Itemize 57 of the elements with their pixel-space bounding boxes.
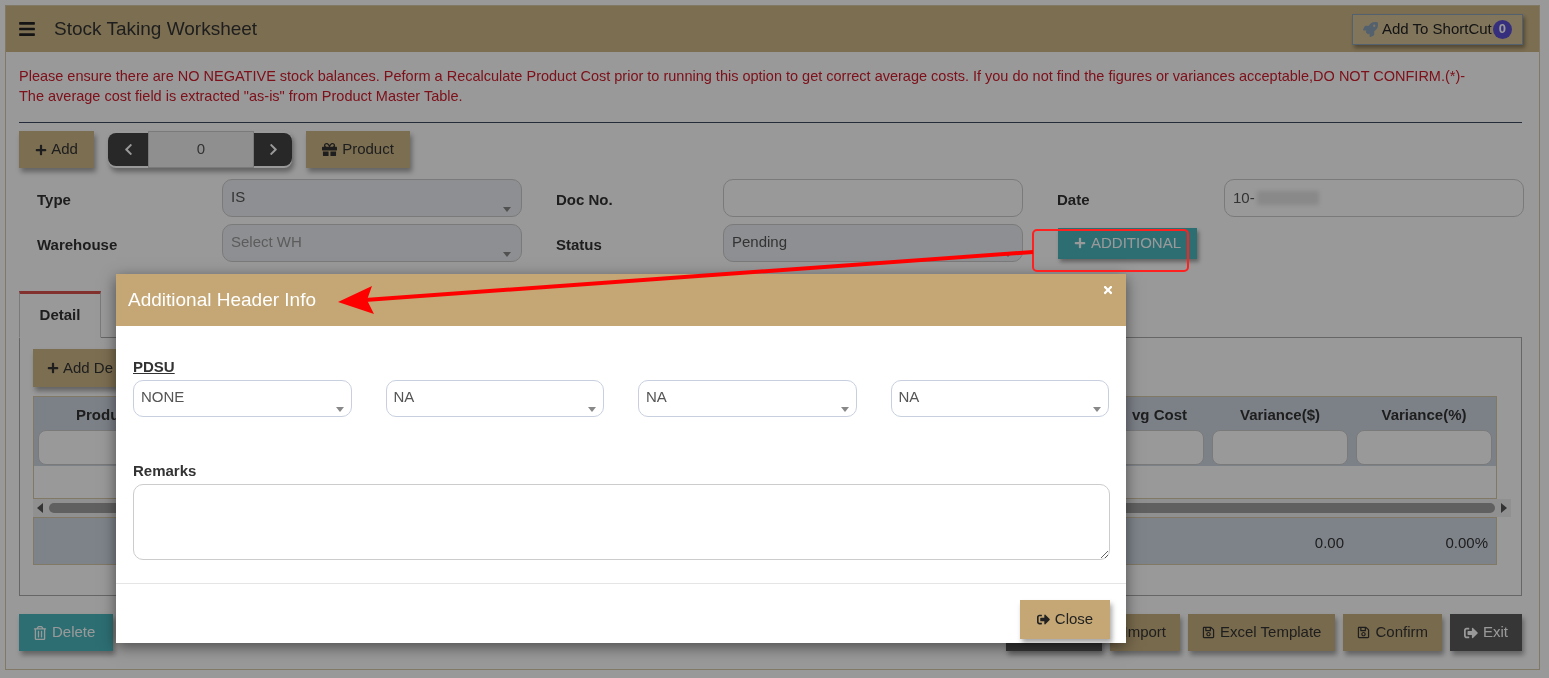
- plus-icon: [35, 143, 48, 156]
- action-button[interactable]: Delete: [19, 614, 113, 651]
- plus-icon: [1074, 237, 1086, 249]
- action-button[interactable]: Excel Template: [1188, 614, 1336, 651]
- type-select[interactable]: IS: [222, 179, 522, 217]
- gift-icon: [322, 142, 338, 157]
- remarks-field[interactable]: [133, 484, 1110, 560]
- save-icon: [1357, 626, 1371, 639]
- status-label: Status: [556, 234, 603, 255]
- dropdown-caret-icon: [503, 207, 511, 212]
- plus-icon: [47, 362, 59, 374]
- column-header: vg Cost: [1132, 405, 1187, 425]
- close-button[interactable]: Close: [1020, 600, 1110, 639]
- action-button[interactable]: Exit: [1450, 614, 1522, 651]
- doc-no-label: Doc No.: [556, 189, 614, 210]
- date-label: Date: [1057, 189, 1091, 210]
- pdsu-select[interactable]: NA: [890, 380, 1109, 417]
- column-filter-field[interactable]: [1356, 429, 1492, 465]
- dropdown-caret-icon: [335, 407, 344, 412]
- menu-icon[interactable]: [18, 20, 36, 38]
- exit-icon: [1036, 613, 1050, 626]
- trash-icon: [33, 625, 47, 640]
- dropdown-caret-icon: [1093, 407, 1101, 412]
- column-header: Variance(%): [1381, 405, 1467, 425]
- record-number-field[interactable]: 0: [148, 131, 254, 168]
- date-field[interactable]: 10-: [1224, 179, 1524, 217]
- close-icon[interactable]: [1102, 284, 1114, 296]
- rocket-icon: [1363, 21, 1378, 37]
- previous-button[interactable]: [108, 133, 148, 166]
- exit-icon: [1464, 625, 1478, 640]
- product-button[interactable]: Product: [306, 131, 410, 168]
- dropdown-caret-icon: [503, 252, 511, 257]
- additional-button[interactable]: ADDITIONAL: [1058, 227, 1197, 259]
- remarks-label: Remarks: [133, 462, 197, 479]
- save-icon: [1202, 626, 1215, 639]
- column-header: Variance($): [1239, 405, 1320, 425]
- warning-notice: Please ensure there are NO NEGATIVE stock balances. Peform a Recalculate Product Cost prior to running this option to get correct average costs. If you do not find the figures or variances acceptable,DO NOT CONFIRM.(*)- The average cost field is extracted "as-is" from Product Master Table.: [19, 67, 1467, 106]
- dropdown-caret-icon: [588, 407, 596, 412]
- action-button[interactable]: Confirm: [1343, 614, 1442, 651]
- next-button[interactable]: [254, 133, 292, 166]
- dialog-title: Additional Header Info: [128, 287, 316, 312]
- tab[interactable]: Detail: [19, 291, 101, 338]
- dropdown-caret-icon: [840, 407, 849, 412]
- status-select[interactable]: Pending: [723, 224, 1023, 262]
- pdsu-select[interactable]: NA: [385, 380, 604, 417]
- column-filter-field[interactable]: [1212, 429, 1348, 465]
- warehouse-label: Warehouse: [37, 234, 119, 255]
- doc-no-field[interactable]: [723, 179, 1023, 217]
- pdsu-select[interactable]: NONE: [133, 380, 352, 417]
- pdsu-select[interactable]: NA: [638, 380, 857, 417]
- add-button[interactable]: Add: [19, 131, 94, 168]
- type-label: Type: [37, 189, 72, 210]
- page-title: Stock Taking Worksheet: [54, 16, 258, 41]
- shortcut-count-badge: 0: [1492, 19, 1512, 39]
- total-value: 0.00%: [1444, 533, 1489, 553]
- total-value: 0.00: [1313, 533, 1345, 553]
- add-shortcut-button[interactable]: Add To ShortCut 0: [1352, 13, 1523, 45]
